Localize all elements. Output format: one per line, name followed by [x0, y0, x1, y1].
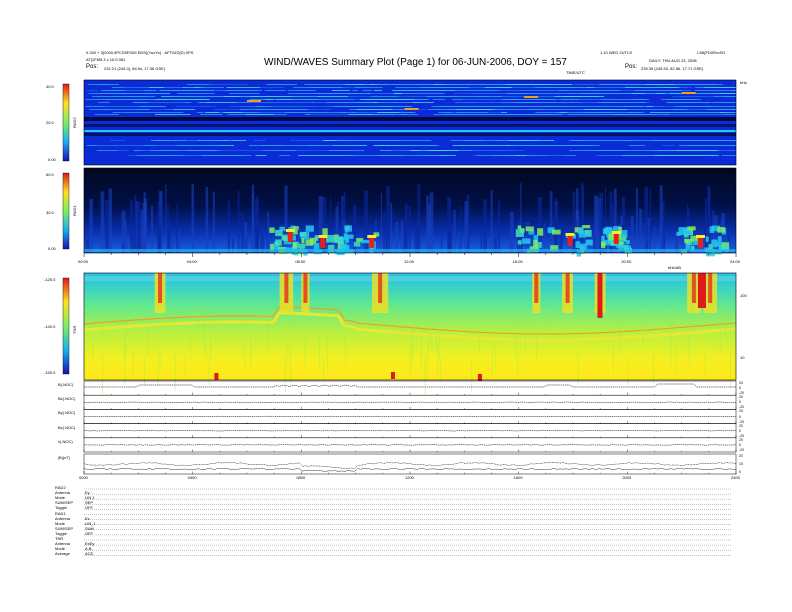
mag-panel-label: By(.NOC) [58, 410, 76, 416]
rad1-tick-top: 60.0 [46, 172, 54, 177]
rad2-colorbar [62, 83, 70, 162]
time-tick-label: 12:00 [404, 259, 415, 264]
rad1-label: RAD1 [72, 205, 77, 216]
rad2-tick-bottom: 0.00 [48, 157, 56, 162]
tnr-colorbar [62, 277, 70, 375]
bottom-time-tick-label: 0400 [187, 475, 197, 480]
mag-panel-label: B(.NOC) [58, 382, 74, 387]
tnr-right-tick-10: 10 [740, 355, 745, 360]
time-tick-label: 24:00 [730, 259, 741, 264]
rad1-spectrogram [84, 168, 736, 257]
parameter-dotted-lines [84, 488, 732, 556]
rad1-tick-bottom: 0.00 [48, 246, 56, 251]
mag-panel-label: Bx(.NOC) [58, 396, 76, 402]
param-value: OFF [85, 530, 93, 536]
rad2-tick-mid: 20.0 [46, 120, 54, 125]
rad1-tick-mid: 30.0 [46, 210, 54, 215]
mag-panel-range-tick: -20 [739, 448, 745, 452]
summary-plot-canvas [62, 79, 737, 556]
param-value: ACE, [85, 551, 95, 557]
tnr-tick-bottom: -155.0 [44, 370, 56, 375]
time-tick-label: 00:00 [78, 259, 89, 264]
bottom-time-tick-label: 0800 [296, 475, 306, 480]
bottom-time-tick-label: 0000 [79, 475, 88, 480]
bottom-time-tick-label: 2000 [622, 475, 632, 480]
instrument-param-row: Average ACE, [55, 551, 94, 556]
mag-panel-range-tick: 0 [739, 470, 741, 474]
rad1-colorbar [62, 172, 70, 250]
param-value: OFF [85, 505, 93, 511]
rad2-right-unit: kHz [740, 80, 747, 85]
tnr-tick-mid: -140.0 [44, 324, 56, 329]
time-axis-ticks [83, 253, 737, 257]
tnr-label: TNR [72, 325, 77, 334]
rad2-label: RAD2 [72, 117, 77, 128]
bottom-time-tick-label: 1600 [513, 475, 523, 480]
tnr-spectrogram [83, 273, 737, 395]
rad2-spectrogram [84, 80, 736, 165]
param-key: Average [55, 551, 70, 557]
time-tick-label: 08:00 [295, 259, 306, 264]
magnetometer-panels [83, 380, 737, 475]
mag-panel-range-tick: 10 [739, 462, 743, 466]
tnr-right-tick-100: 100 [740, 293, 747, 298]
tnr-corner-label: kHz/dB [668, 265, 681, 270]
time-tick-label: 20:00 [621, 259, 632, 264]
tnr-tick-top: -125.0 [44, 277, 56, 282]
mag-panel-label: |B|(nT) [58, 455, 71, 460]
mag-panel-label: λ(.NOC) [58, 438, 73, 444]
bottom-time-tick-label: 1200 [405, 475, 414, 480]
time-tick-label: 04:00 [186, 259, 197, 264]
mag-panel-range-tick: 20 [739, 454, 743, 458]
mag-panel-label: Bz(.NOC) [58, 424, 76, 430]
time-tick-label: 16:00 [512, 259, 523, 264]
rad2-tick-top: 40.0 [46, 84, 54, 89]
bottom-time-tick-label: 2400 [731, 475, 740, 480]
